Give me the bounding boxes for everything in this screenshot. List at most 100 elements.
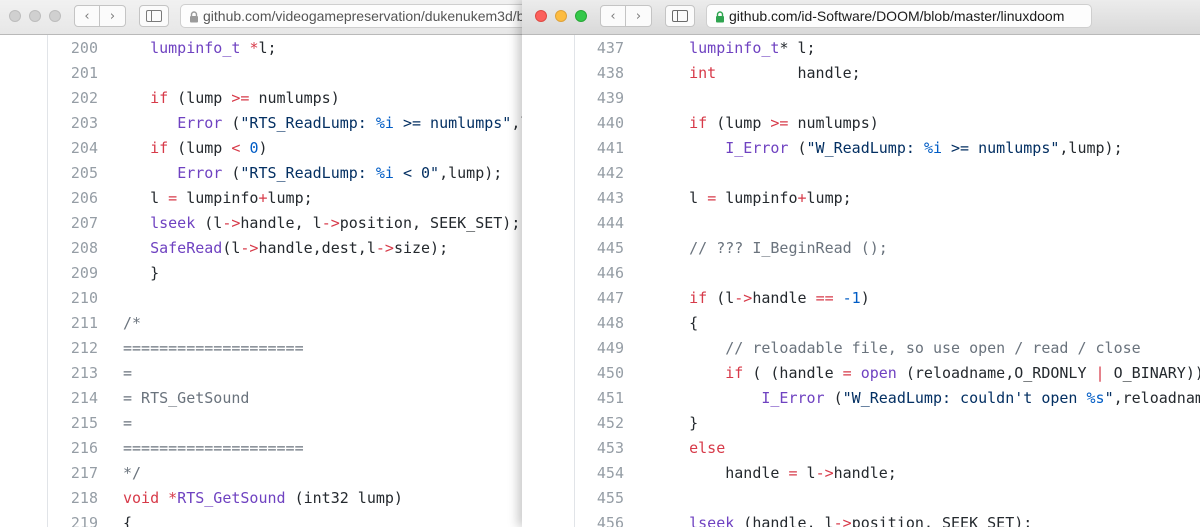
line-number[interactable]: 451 (564, 386, 624, 411)
code-line: 446 (522, 261, 1200, 286)
line-number[interactable]: 202 (38, 86, 98, 111)
line-number[interactable]: 443 (564, 186, 624, 211)
code-line: 456 lseek (handle, l->position, SEEK_SET… (522, 511, 1200, 527)
code-line: 438 int handle; (522, 61, 1200, 86)
line-number[interactable]: 218 (38, 486, 98, 511)
code-text: if (lump < 0) (123, 136, 268, 161)
forward-button[interactable]: › (626, 5, 652, 27)
address-bar[interactable]: github.com/videogamepreservation/dukenuk… (180, 4, 560, 28)
line-number[interactable]: 453 (564, 436, 624, 461)
line-number[interactable]: 444 (564, 211, 624, 236)
line-number[interactable]: 454 (564, 461, 624, 486)
code-token: position, SEEK_SET); (851, 514, 1033, 527)
code-token: * (168, 489, 178, 507)
line-number[interactable]: 450 (564, 361, 624, 386)
code-token: (handle, l (734, 514, 834, 527)
sidebar-toggle-button[interactable] (665, 5, 695, 27)
code-text: if (lump >= numlumps) (653, 111, 879, 136)
code-token: + (258, 189, 268, 207)
line-number[interactable]: 204 (38, 136, 98, 161)
line-number[interactable]: 447 (564, 286, 624, 311)
code-text: ==================== (123, 336, 304, 361)
line-number[interactable]: 438 (564, 61, 624, 86)
code-token: ) (258, 139, 268, 157)
chevron-right-icon: › (109, 8, 116, 24)
line-number[interactable]: 448 (564, 311, 624, 336)
line-number[interactable]: 205 (38, 161, 98, 186)
code-text: // ??? I_BeginRead (); (653, 236, 888, 261)
line-number[interactable]: 208 (38, 236, 98, 261)
line-number[interactable]: 203 (38, 111, 98, 136)
line-number[interactable]: 441 (564, 136, 624, 161)
line-number[interactable]: 216 (38, 436, 98, 461)
line-number[interactable]: 213 (38, 361, 98, 386)
zoom-button[interactable] (49, 10, 61, 22)
code-token: ) (860, 289, 870, 307)
minimize-button[interactable] (29, 10, 41, 22)
code-token: open (860, 364, 897, 382)
code-text: SafeRead(l->handle,dest,l->size); (123, 236, 448, 261)
code-token: -> (815, 464, 834, 482)
browser-window-doom[interactable]: ‹ › github.com/id-Software/DOOM/blob/mas… (522, 0, 1200, 527)
forward-button[interactable]: › (100, 5, 126, 27)
code-text: l = lumpinfo+lump; (123, 186, 313, 211)
code-line: 203 Error ("RTS_ReadLump: %i >= numlumps… (0, 111, 560, 136)
code-token: -> (833, 514, 852, 527)
sidebar-icon (672, 10, 688, 22)
back-button[interactable]: ‹ (74, 5, 100, 27)
line-number[interactable]: 201 (38, 61, 98, 86)
address-bar[interactable]: github.com/id-Software/DOOM/blob/master/… (706, 4, 1092, 28)
line-number[interactable]: 439 (564, 86, 624, 111)
line-number[interactable]: 200 (38, 36, 98, 61)
code-token: = (707, 189, 717, 207)
code-token: if (150, 139, 169, 157)
line-number[interactable]: 437 (564, 36, 624, 61)
close-button[interactable] (9, 10, 21, 22)
code-token: // ??? I_BeginRead (); (689, 239, 888, 257)
code-line: 442 (522, 161, 1200, 186)
browser-window-dukenukem3d[interactable]: ‹ › github.com/videogamepreservation/duk… (0, 0, 560, 527)
line-number[interactable]: 452 (564, 411, 624, 436)
line-number[interactable]: 212 (38, 336, 98, 361)
line-number[interactable]: 215 (38, 411, 98, 436)
code-token: == (815, 289, 834, 307)
sidebar-toggle-button[interactable] (139, 5, 169, 27)
code-token: "W_ReadLump: couldn't open (842, 389, 1087, 407)
line-number[interactable]: 442 (564, 161, 624, 186)
code-token: { (123, 514, 133, 527)
line-number[interactable]: 455 (564, 486, 624, 511)
line-number[interactable]: 456 (564, 511, 624, 527)
code-token: -> (734, 289, 753, 307)
line-number[interactable]: 440 (564, 111, 624, 136)
zoom-button[interactable] (575, 10, 587, 22)
code-token: + (797, 189, 807, 207)
line-number[interactable]: 211 (38, 311, 98, 336)
code-text: if ( (handle = open (reloadname,O_RDONLY… (653, 361, 1200, 386)
back-button[interactable]: ‹ (600, 5, 626, 27)
code-token: = (842, 364, 852, 382)
code-token: lumpinfo (177, 189, 259, 207)
line-number[interactable]: 446 (564, 261, 624, 286)
close-button[interactable] (535, 10, 547, 22)
code-token: "W_ReadLump: (806, 139, 924, 157)
line-number[interactable]: 449 (564, 336, 624, 361)
line-number[interactable]: 209 (38, 261, 98, 286)
line-number[interactable]: 206 (38, 186, 98, 211)
minimize-button[interactable] (555, 10, 567, 22)
code-token: -> (321, 214, 340, 232)
line-number[interactable]: 219 (38, 511, 98, 527)
code-token: } (653, 414, 699, 432)
line-number[interactable]: 217 (38, 461, 98, 486)
code-token: >= numlumps" (393, 114, 512, 132)
line-number[interactable]: 445 (564, 236, 624, 261)
line-number[interactable]: 210 (38, 286, 98, 311)
line-number[interactable]: 207 (38, 211, 98, 236)
code-token: = (788, 464, 798, 482)
line-number[interactable]: 214 (38, 386, 98, 411)
